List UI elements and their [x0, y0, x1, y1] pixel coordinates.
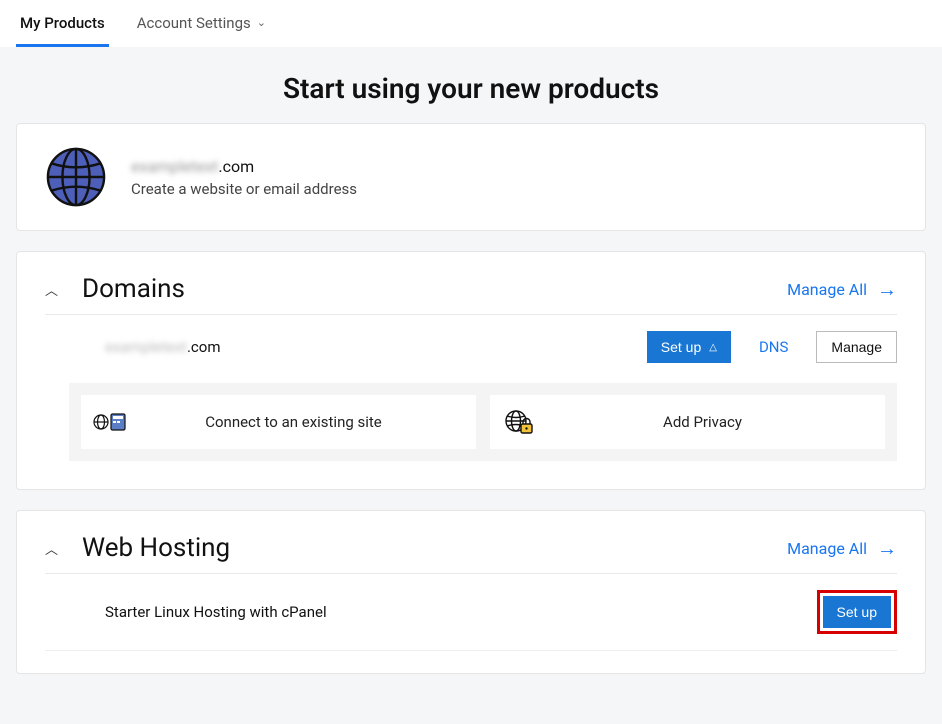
banner-text: exampletext.com Create a website or emai… [131, 157, 357, 198]
banner-subtitle: Create a website or email address [131, 180, 357, 198]
domain-setup-options: Connect to an existing site Add Pr [69, 383, 897, 461]
manage-all-label: Manage All [787, 280, 867, 299]
tab-my-products-label: My Products [20, 14, 105, 32]
tab-my-products[interactable]: My Products [16, 0, 109, 47]
domains-manage-all-link[interactable]: Manage All → [787, 279, 897, 299]
domain-setup-button[interactable]: Set up △ [647, 331, 731, 363]
domain-name-redacted: exampletext [105, 338, 187, 356]
manage-all-label: Manage All [787, 539, 867, 558]
domain-name-suffix: .com [187, 338, 221, 356]
nav-tabs: My Products Account Settings ⌄ [0, 0, 942, 48]
triangle-up-icon: △ [709, 342, 717, 353]
domains-title: Domains [82, 274, 185, 304]
new-product-banner: exampletext.com Create a website or emai… [16, 123, 926, 231]
collapse-icon[interactable]: ︿ [45, 280, 58, 299]
highlight-box: Set up [817, 590, 897, 634]
hosting-row: Starter Linux Hosting with cPanel Set up [45, 574, 897, 651]
tile-privacy-label: Add Privacy [572, 413, 873, 431]
tile-connect-label: Connect to an existing site [163, 413, 464, 431]
domain-row: exampletext.com Set up △ DNS Manage [45, 315, 897, 379]
hosting-manage-all-link[interactable]: Manage All → [787, 538, 897, 558]
tile-add-privacy[interactable]: Add Privacy [490, 395, 885, 449]
privacy-icon [502, 409, 536, 435]
domains-header: ︿ Domains Manage All → [45, 274, 897, 315]
connect-site-icon [93, 410, 127, 434]
tab-account-settings[interactable]: Account Settings ⌄ [133, 0, 270, 47]
domain-setup-label: Set up [661, 339, 701, 355]
hosting-setup-button[interactable]: Set up [823, 596, 891, 628]
tile-connect-site[interactable]: Connect to an existing site [81, 395, 476, 449]
main-content: Start using your new products exampletex… [0, 48, 942, 724]
banner-domain-redacted: exampletext [131, 157, 218, 176]
hosting-setup-label: Set up [837, 604, 877, 620]
page-title: Start using your new products [16, 72, 926, 105]
banner-domain: exampletext.com [131, 157, 357, 176]
arrow-right-icon: → [877, 279, 897, 299]
domain-name: exampletext.com [105, 338, 220, 356]
hosting-header: ︿ Web Hosting Manage All → [45, 533, 897, 574]
domains-section: ︿ Domains Manage All → exampletext.com S… [16, 251, 926, 490]
hosting-title: Web Hosting [82, 533, 230, 563]
arrow-right-icon: → [877, 538, 897, 558]
domain-actions: Set up △ DNS Manage [647, 331, 897, 363]
hosting-actions: Set up [817, 590, 897, 634]
domain-manage-button[interactable]: Manage [816, 331, 897, 363]
collapse-icon[interactable]: ︿ [45, 539, 58, 558]
chevron-down-icon: ⌄ [257, 16, 266, 29]
hosting-section: ︿ Web Hosting Manage All → Starter Linux… [16, 510, 926, 674]
hosting-item-name: Starter Linux Hosting with cPanel [105, 603, 327, 621]
dns-link[interactable]: DNS [759, 338, 788, 356]
banner-domain-suffix: .com [218, 157, 254, 176]
tab-account-settings-label: Account Settings [137, 14, 251, 32]
globe-icon [45, 146, 107, 208]
